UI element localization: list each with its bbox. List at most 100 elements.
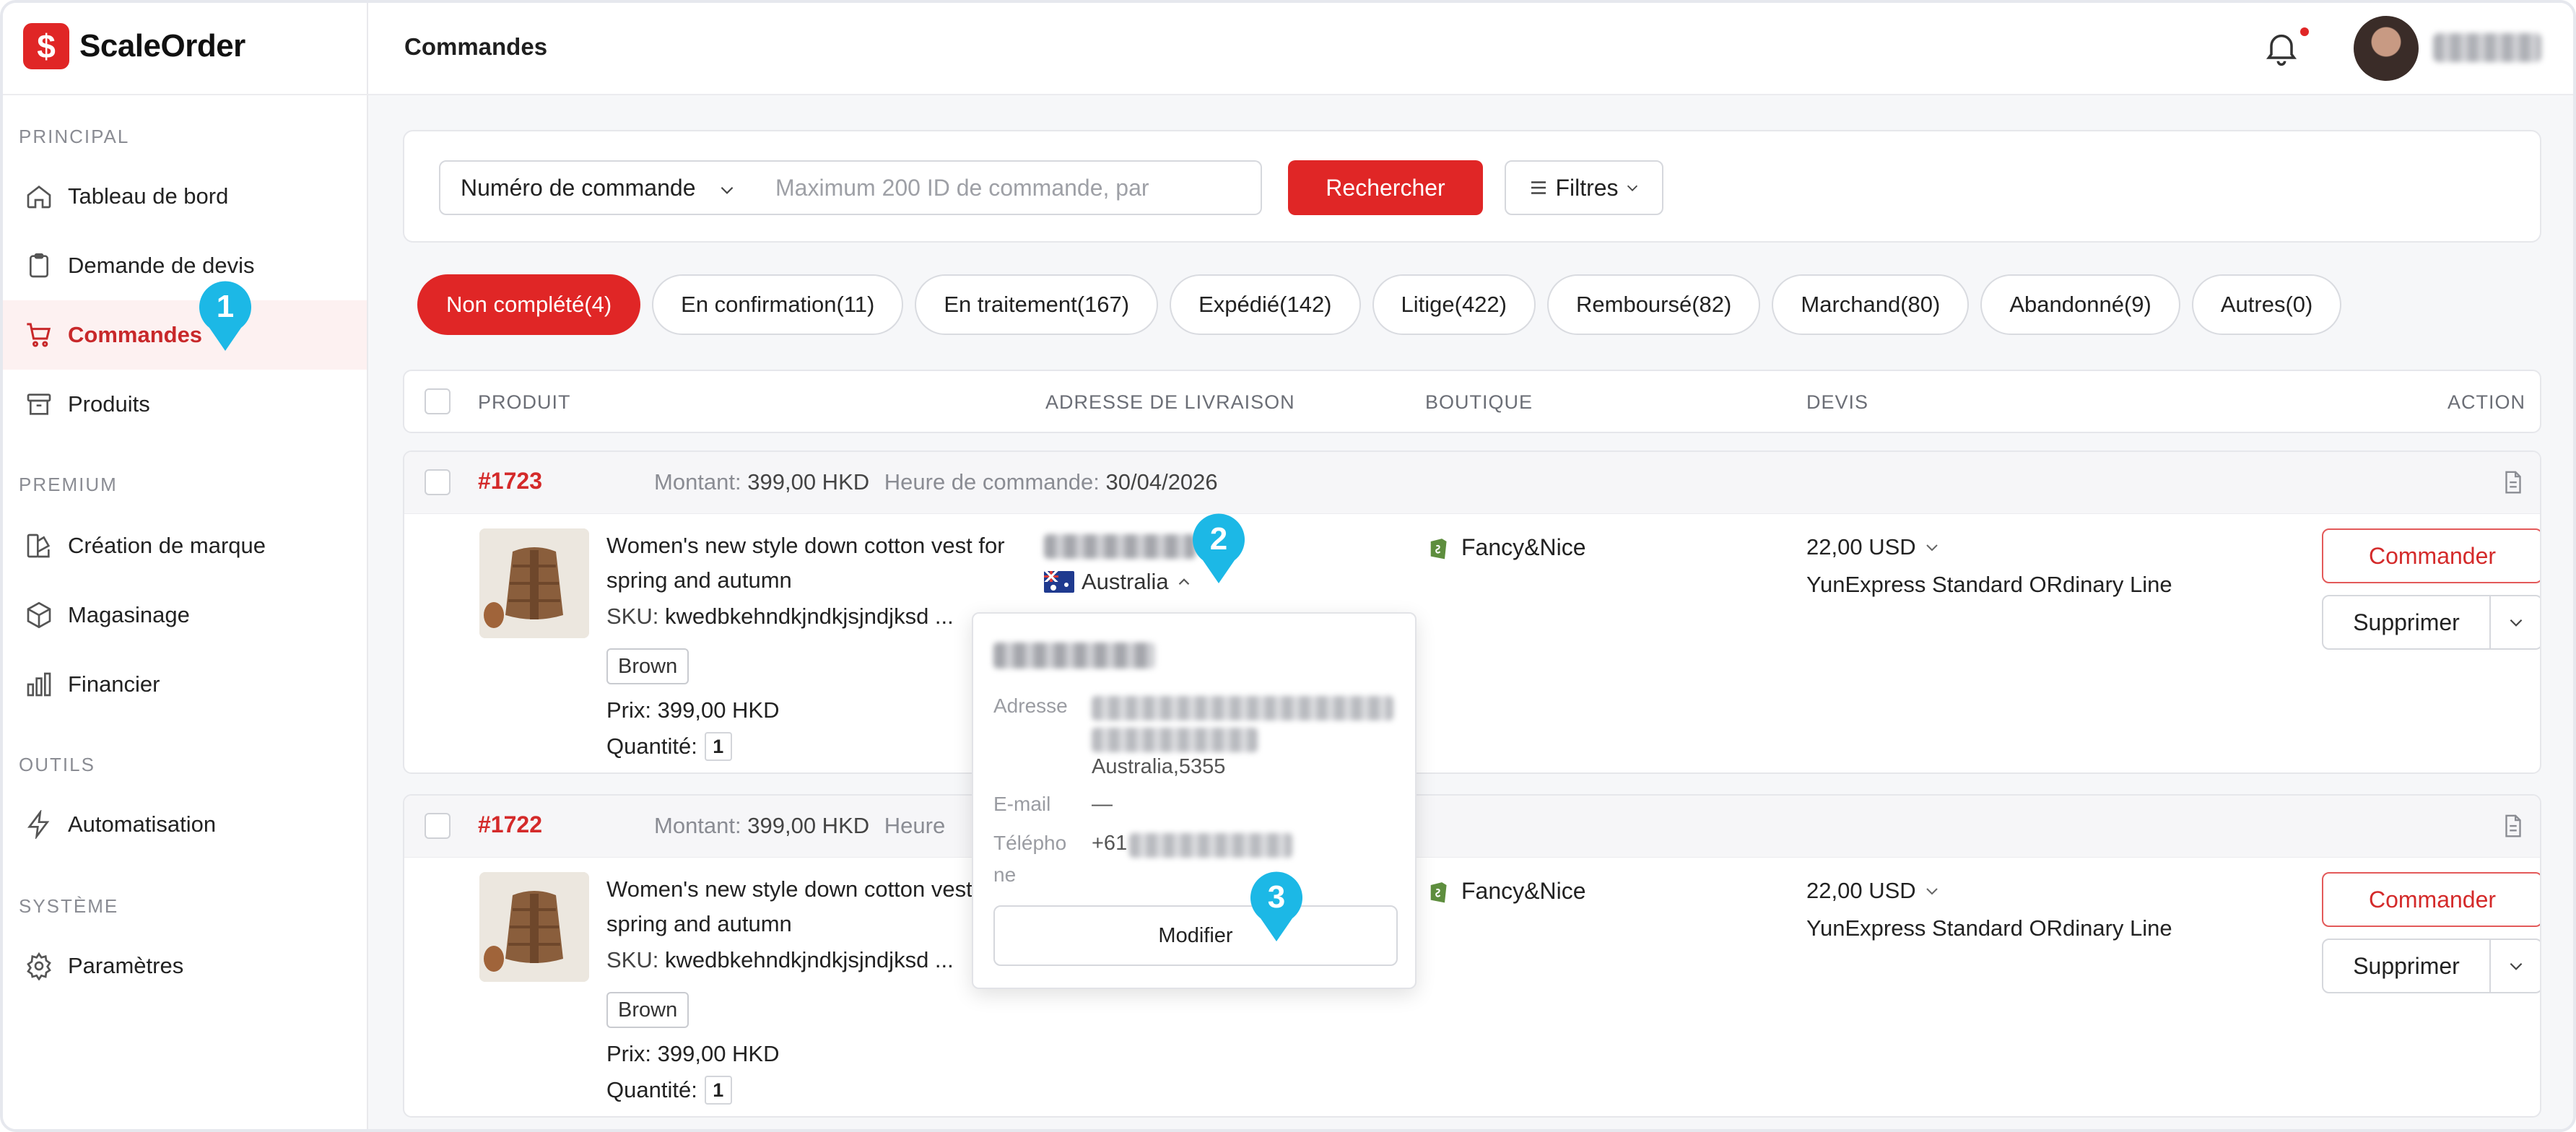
- order-row: #1723 Montant: 399,00 HKD Heure de comma…: [403, 450, 2541, 774]
- step-marker-number: 1: [216, 289, 235, 324]
- sidebar-item-branding[interactable]: Création de marque: [3, 511, 367, 580]
- quantity-label: Quantité:: [606, 1077, 697, 1102]
- top-header: Commandes: [368, 3, 2573, 95]
- document-icon[interactable]: [2499, 468, 2527, 497]
- avatar[interactable]: [2354, 16, 2419, 81]
- search-field-select[interactable]: Numéro de commande: [439, 160, 757, 215]
- app-name: ScaleOrder: [79, 28, 245, 64]
- order-row-header: #1722 Montant: 399,00 HKD Heure: [404, 796, 2540, 858]
- tab-shipped[interactable]: Expédié(142): [1170, 274, 1361, 335]
- order-checkbox[interactable]: [425, 469, 451, 495]
- search-input[interactable]: [755, 160, 1262, 215]
- order-button[interactable]: Commander: [2322, 528, 2540, 583]
- box-icon: [27, 601, 51, 629]
- quantity-value: 1: [704, 732, 732, 761]
- amount-value: 399,00 HKD: [747, 469, 870, 495]
- sidebar-item-warehousing[interactable]: Magasinage: [3, 580, 367, 650]
- quote-amount-dropdown[interactable]: 22,00 USD: [1806, 534, 2182, 560]
- order-meta: Montant: 399,00 HKD Heure: [654, 813, 945, 839]
- address-country-toggle[interactable]: Australia: [1044, 569, 1193, 595]
- chevron-down-icon: [1627, 185, 1637, 191]
- section-title-premium: PREMIUM: [19, 474, 118, 495]
- lightning-icon: [27, 810, 50, 839]
- gear-icon: [27, 952, 51, 980]
- column-address: ADRESSE DE LIVRAISON: [1045, 391, 1295, 413]
- sidebar-item-settings[interactable]: Paramètres: [3, 931, 367, 1001]
- product-sku: SKU: kwedbkehndkjndkjsjndjksd ...: [606, 947, 954, 973]
- product-sku: SKU: kwedbkehndkjndkjsjndjksd ...: [606, 604, 954, 630]
- sidebar-divider: [3, 94, 368, 95]
- notification-dot: [2300, 27, 2309, 36]
- quote-amount-dropdown[interactable]: 22,00 USD: [1806, 878, 2182, 904]
- select-all-checkbox[interactable]: [425, 388, 451, 414]
- sku-value: kwedbkehndkjndkjsjndjksd ...: [664, 604, 954, 629]
- sku-label: SKU:: [606, 604, 659, 629]
- section-title-tools: OUTILS: [19, 754, 95, 775]
- order-checkbox[interactable]: [425, 813, 451, 839]
- order-id[interactable]: #1723: [478, 468, 542, 495]
- chevron-down-icon: [1926, 544, 1938, 552]
- product-title: Women's new style down cotton vest for s…: [606, 533, 1005, 593]
- tab-incomplete[interactable]: Non complété(4): [417, 274, 641, 335]
- order-row: #1722 Montant: 399,00 HKD Heure Women's …: [403, 794, 2541, 1118]
- more-actions-button[interactable]: [2489, 939, 2540, 993]
- product-thumbnail[interactable]: [479, 872, 589, 982]
- sku-label: SKU:: [606, 947, 659, 972]
- document-icon[interactable]: [2499, 811, 2527, 840]
- product-quantity: Quantité: 1: [606, 1076, 732, 1105]
- sidebar-item-label: Création de marque: [68, 533, 266, 558]
- search-field-select-value: Numéro de commande: [461, 174, 696, 201]
- amount-label: Montant:: [654, 813, 741, 838]
- order-button[interactable]: Commander: [2322, 872, 2540, 927]
- product-quantity: Quantité: 1: [606, 732, 732, 761]
- search-button[interactable]: Rechercher: [1288, 160, 1483, 215]
- product-title: Women's new style down cotton vest for s…: [606, 876, 1005, 936]
- column-product: PRODUIT: [478, 391, 571, 413]
- logo[interactable]: $ ScaleOrder: [23, 23, 245, 69]
- time-label: Heure: [884, 813, 946, 838]
- step-marker-1: 1: [196, 280, 254, 352]
- sidebar-item-products[interactable]: Produits: [3, 370, 367, 439]
- quantity-label: Quantité:: [606, 733, 697, 759]
- filter-button[interactable]: Filtres: [1505, 160, 1663, 215]
- tab-dispute[interactable]: Litige(422): [1372, 274, 1536, 335]
- section-title-principal: PRINCIPAL: [19, 126, 130, 147]
- filter-label: Filtres: [1555, 174, 1619, 201]
- delete-button[interactable]: Supprimer: [2322, 595, 2491, 650]
- sidebar-item-label: Paramètres: [68, 953, 184, 978]
- shipping-line: YunExpress Standard ORdinary Line: [1806, 572, 2172, 597]
- address-line-redacted: [1092, 728, 1258, 752]
- username-redacted[interactable]: [2433, 33, 2541, 62]
- tab-merchant[interactable]: Marchand(80): [1772, 274, 1970, 335]
- product-thumbnail[interactable]: [479, 528, 589, 638]
- email-value: —: [1092, 793, 1113, 816]
- tab-abandoned[interactable]: Abandonné(9): [1980, 274, 2180, 335]
- shipping-line: YunExpress Standard ORdinary Line: [1806, 915, 2172, 941]
- more-actions-button[interactable]: [2489, 595, 2540, 650]
- tab-refunded[interactable]: Remboursé(82): [1547, 274, 1761, 335]
- page-title: Commandes: [404, 33, 548, 60]
- phone-number-redacted: [1129, 833, 1292, 858]
- table-header: PRODUIT ADRESSE DE LIVRAISON BOUTIQUE DE…: [403, 370, 2541, 433]
- bell-icon[interactable]: [2261, 27, 2302, 68]
- address-label: Adresse: [993, 695, 1068, 717]
- sidebar-item-automation[interactable]: Automatisation: [3, 790, 367, 859]
- step-marker-number: 3: [1267, 879, 1286, 915]
- app-window: $ ScaleOrder PRINCIPAL Tableau de bord D…: [0, 0, 2576, 1132]
- tab-others[interactable]: Autres(0): [2191, 274, 2342, 335]
- order-meta: Montant: 399,00 HKD Heure de commande: 3…: [654, 469, 1218, 495]
- sidebar-item-quotes[interactable]: Demande de devis: [3, 231, 367, 300]
- tab-confirmation[interactable]: En confirmation(11): [652, 274, 904, 335]
- column-shop: BOUTIQUE: [1425, 391, 1533, 413]
- column-quote: DEVIS: [1806, 391, 1869, 413]
- delete-button[interactable]: Supprimer: [2322, 939, 2491, 993]
- edit-address-button[interactable]: Modifier: [993, 905, 1398, 966]
- order-id[interactable]: #1722: [478, 811, 542, 838]
- sidebar-item-financial[interactable]: Financier: [3, 650, 367, 719]
- chevron-down-icon: [2510, 619, 2523, 627]
- time-label: Heure de commande:: [884, 469, 1100, 495]
- sidebar-item-dashboard[interactable]: Tableau de bord: [3, 162, 367, 231]
- sidebar-item-orders[interactable]: Commandes: [3, 300, 367, 370]
- tab-processing[interactable]: En traitement(167): [915, 274, 1159, 335]
- product-price: Prix: 399,00 HKD: [606, 1041, 780, 1066]
